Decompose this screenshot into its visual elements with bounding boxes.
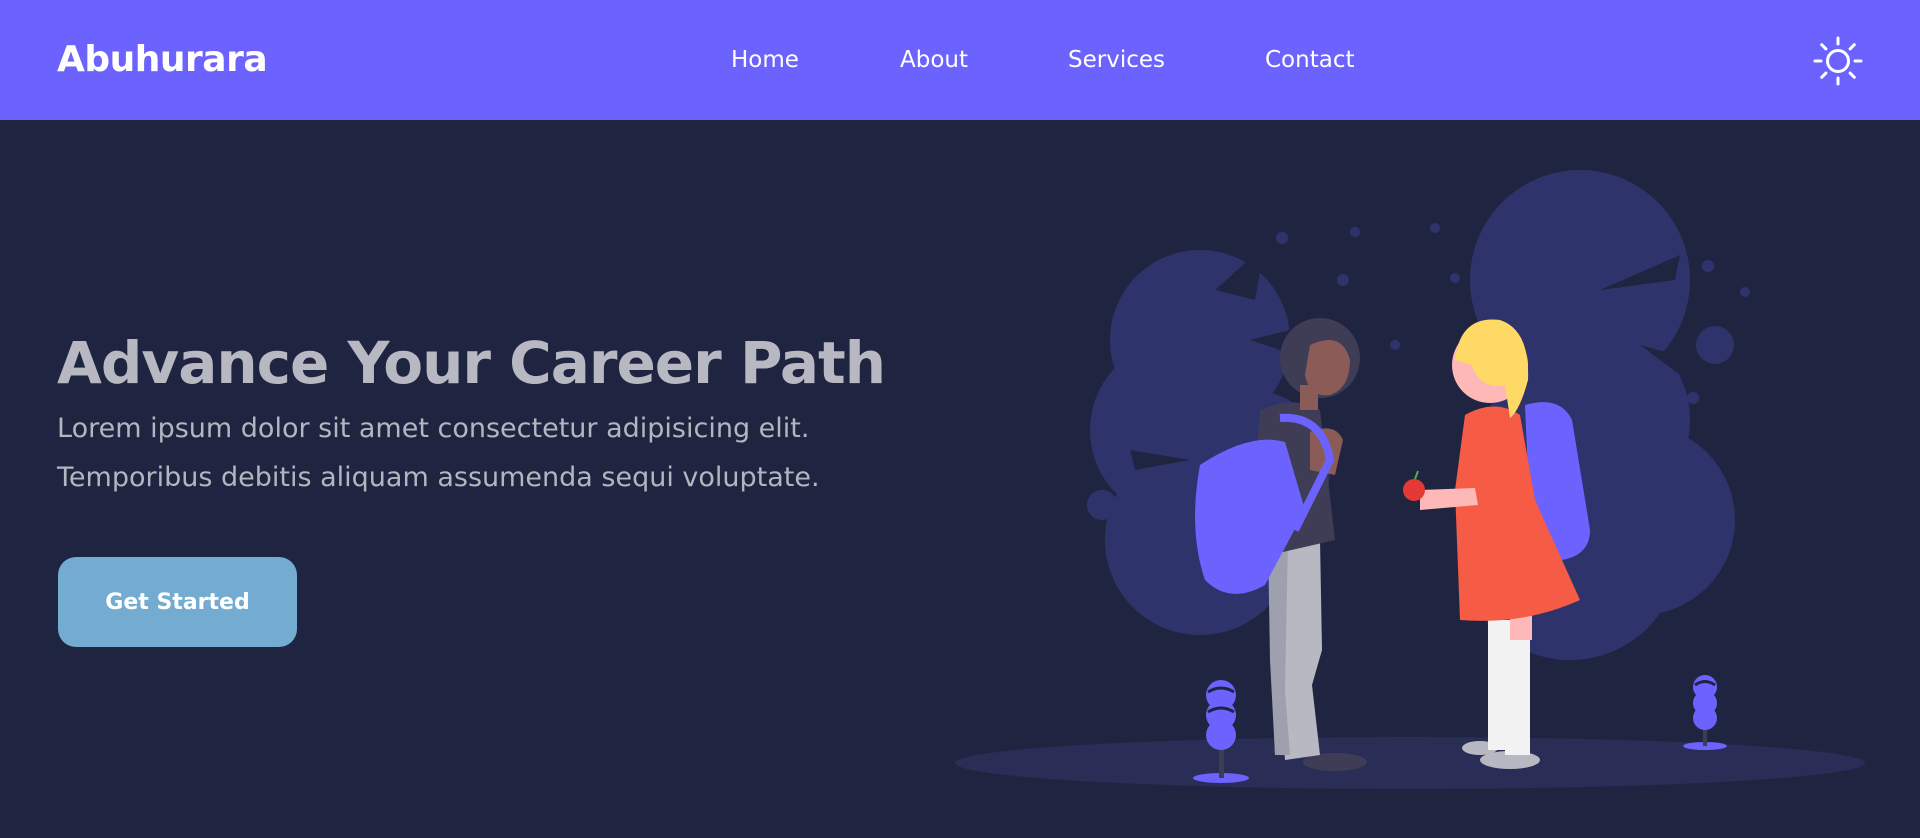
- get-started-button[interactable]: Get Started: [58, 557, 297, 647]
- hero-title: Advance Your Career Path: [57, 329, 886, 397]
- nav-link-services[interactable]: Services: [1068, 44, 1165, 76]
- nav-link-contact[interactable]: Contact: [1265, 44, 1354, 76]
- theme-toggle-button[interactable]: [1813, 36, 1863, 86]
- hero-description: Lorem ipsum dolor sit amet consectetur a…: [57, 404, 917, 502]
- sun-icon: [1813, 36, 1863, 86]
- nav-links: Home About Services Contact: [0, 0, 1920, 120]
- students-illustration: [955, 170, 1865, 789]
- navbar: Abuhurara Home About Services Contact: [0, 0, 1920, 120]
- hero-description-line-2: Temporibus debitis aliquam assumenda seq…: [57, 462, 820, 493]
- hero-description-line-1: Lorem ipsum dolor sit amet consectetur a…: [57, 413, 810, 444]
- logo[interactable]: Abuhurara: [57, 36, 268, 84]
- nav-link-about[interactable]: About: [900, 44, 968, 76]
- nav-link-home[interactable]: Home: [731, 44, 799, 76]
